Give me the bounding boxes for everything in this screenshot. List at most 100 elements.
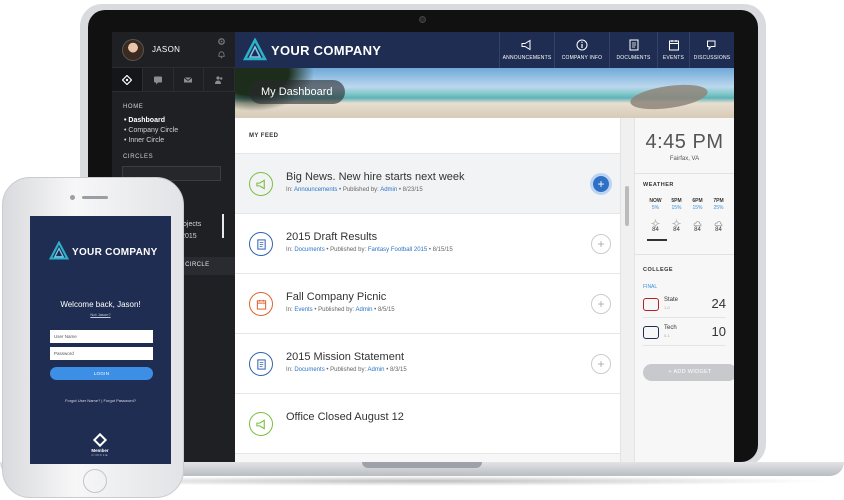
username-field[interactable] bbox=[50, 330, 153, 343]
chat-icon bbox=[707, 40, 716, 51]
chat-icon bbox=[153, 76, 162, 84]
avatar[interactable] bbox=[122, 38, 144, 61]
feed-item-title[interactable]: 2015 Mission Statement bbox=[286, 351, 404, 363]
welcome-message: Welcome back, Jason! bbox=[60, 300, 141, 309]
nav-company-info[interactable]: COMPANY INFO bbox=[554, 32, 609, 68]
sidebar-section-circles: CIRCLES bbox=[123, 154, 154, 160]
sidebar-item-inner-circle[interactable]: • Inner Circle bbox=[112, 134, 235, 144]
feed-item-meta: In: Documents • Published by: Admin • 8/… bbox=[286, 367, 407, 373]
sidebar-user[interactable]: JASON bbox=[112, 32, 235, 68]
feed-category-link[interactable]: Documents bbox=[294, 247, 324, 253]
team-row[interactable]: State 1-0 24 bbox=[643, 294, 726, 318]
feed-item-title[interactable]: Big News. New hire starts next week bbox=[286, 171, 465, 183]
team-logo-icon bbox=[643, 298, 659, 311]
phone-login-screen: YOUR COMPANY Welcome back, Jason! Not Ja… bbox=[30, 216, 171, 464]
feed-item[interactable]: 2015 Draft Results In: Documents • Publi… bbox=[235, 214, 621, 274]
feed-item[interactable]: Fall Company Picnic In: Events • Publish… bbox=[235, 274, 621, 334]
megaphone-icon bbox=[255, 418, 265, 430]
password-field[interactable] bbox=[50, 347, 153, 360]
product-mockup: JASON HOME • Dashboard • Company Circle … bbox=[0, 0, 844, 500]
company-name[interactable]: YOUR COMPANY bbox=[271, 43, 381, 58]
main-nav: ANNOUNCEMENTS COMPANY INFO DOCUMENTS EVE… bbox=[499, 32, 734, 68]
phone-camera bbox=[70, 195, 75, 200]
home-button[interactable] bbox=[83, 469, 107, 493]
tab-chat[interactable] bbox=[143, 68, 174, 91]
company-logo-icon[interactable] bbox=[243, 38, 267, 62]
member-circle-icon bbox=[92, 432, 108, 448]
user-name: JASON bbox=[152, 45, 181, 54]
people-icon bbox=[215, 75, 223, 84]
laptop-notch bbox=[362, 462, 482, 468]
feed-item[interactable]: 2015 Mission Statement In: Documents • P… bbox=[235, 334, 621, 394]
feed-scrollbar[interactable] bbox=[620, 118, 634, 462]
diamond-icon bbox=[121, 74, 132, 85]
dashboard-banner: My Dashboard bbox=[235, 68, 734, 118]
phone-device: YOUR COMPANY Welcome back, Jason! Not Ja… bbox=[2, 177, 184, 498]
feed-item[interactable]: Office Closed August 12 bbox=[235, 394, 621, 454]
calendar-icon bbox=[668, 40, 679, 51]
feed-item-title[interactable]: Fall Company Picnic bbox=[286, 291, 386, 303]
phone-company-name: YOUR COMPANY bbox=[72, 247, 158, 258]
team-row[interactable]: Tech 0-1 10 bbox=[643, 322, 726, 346]
driftwood-image bbox=[628, 80, 710, 114]
team-logo-icon bbox=[643, 326, 659, 339]
feed-item-title[interactable]: Office Closed August 12 bbox=[286, 411, 404, 423]
brand-subtitle: CIRCLE bbox=[91, 453, 109, 457]
forgot-links[interactable]: Forgot User Name? | Forgot Password? bbox=[30, 398, 171, 403]
tab-home[interactable] bbox=[112, 68, 143, 91]
feed-author-link[interactable]: Fantasy Football 2015 bbox=[368, 247, 427, 253]
gear-icon[interactable] bbox=[217, 37, 226, 46]
add-button[interactable]: + bbox=[591, 234, 611, 254]
nav-events[interactable]: EVENTS bbox=[657, 32, 689, 68]
login-button[interactable]: LOGIN bbox=[50, 367, 153, 380]
sidebar-item-dashboard[interactable]: • Dashboard bbox=[112, 114, 235, 124]
tab-people[interactable] bbox=[204, 68, 235, 91]
clock-city: Fairfax, VA bbox=[669, 156, 700, 162]
nav-documents[interactable]: DOCUMENTS bbox=[609, 32, 657, 68]
clock-time: 4:45 PM bbox=[645, 131, 724, 153]
feed-category-link[interactable]: Events bbox=[294, 307, 312, 313]
top-header: YOUR COMPANY ANNOUNCEMENTS COMPANY INFO … bbox=[235, 32, 734, 68]
widget-panel: 4:45 PM Fairfax, VA WEATHER NOW 5% 84 5P… bbox=[634, 118, 734, 462]
college-title: COLLEGE bbox=[643, 267, 674, 273]
phone-speaker bbox=[82, 196, 108, 199]
feed-item[interactable]: Big News. New hire starts next week In: … bbox=[235, 154, 621, 214]
team-score: 10 bbox=[711, 324, 726, 339]
sidebar-section-home: HOME bbox=[123, 104, 144, 110]
add-button[interactable]: + bbox=[590, 173, 612, 195]
feed-scroll-thumb[interactable] bbox=[625, 186, 629, 226]
laptop-camera bbox=[419, 16, 426, 23]
document-icon bbox=[629, 39, 638, 51]
feed-item-meta: In: Announcements • Published by: Admin … bbox=[286, 187, 423, 193]
tab-mail[interactable] bbox=[174, 68, 205, 91]
laptop-screen: JASON HOME • Dashboard • Company Circle … bbox=[112, 32, 734, 462]
document-icon bbox=[256, 358, 266, 370]
feed-category-link[interactable]: Documents bbox=[294, 367, 324, 373]
sidebar-scrollbar[interactable] bbox=[222, 214, 224, 238]
feed-author-link[interactable]: Admin bbox=[356, 307, 373, 313]
weather-pager[interactable] bbox=[647, 239, 667, 241]
sidebar-tabs bbox=[112, 68, 235, 92]
game-status: FINAL bbox=[643, 284, 658, 290]
feed-category-link[interactable]: Announcements bbox=[294, 187, 337, 193]
megaphone-icon bbox=[521, 39, 531, 51]
weather-column: 7PM 25% 84 bbox=[713, 198, 724, 233]
sidebar-item-company-circle[interactable]: • Company Circle bbox=[112, 124, 235, 134]
nav-discussions[interactable]: DISCUSSIONS bbox=[689, 32, 734, 68]
feed-author-link[interactable]: Admin bbox=[380, 187, 397, 193]
add-widget-button[interactable]: + ADD WIDGET bbox=[643, 364, 734, 381]
calendar-icon bbox=[256, 299, 266, 310]
bell-icon[interactable] bbox=[217, 50, 226, 59]
weather-title: WEATHER bbox=[643, 182, 674, 188]
feed-item-title[interactable]: 2015 Draft Results bbox=[286, 231, 377, 243]
member-circle-logo: Member CIRCLE bbox=[80, 432, 120, 457]
weather-column: 5PM 15% 84 bbox=[671, 198, 682, 233]
add-button[interactable]: + bbox=[591, 354, 611, 374]
add-button[interactable]: + bbox=[591, 294, 611, 314]
nav-announcements[interactable]: ANNOUNCEMENTS bbox=[499, 32, 554, 68]
info-icon bbox=[576, 39, 588, 51]
not-you-link[interactable]: Not Jason? bbox=[30, 312, 171, 317]
weather-column: NOW 5% 84 bbox=[649, 198, 662, 233]
feed-item-meta: In: Documents • Published by: Fantasy Fo… bbox=[286, 247, 453, 253]
feed-author-link[interactable]: Admin bbox=[368, 367, 385, 373]
